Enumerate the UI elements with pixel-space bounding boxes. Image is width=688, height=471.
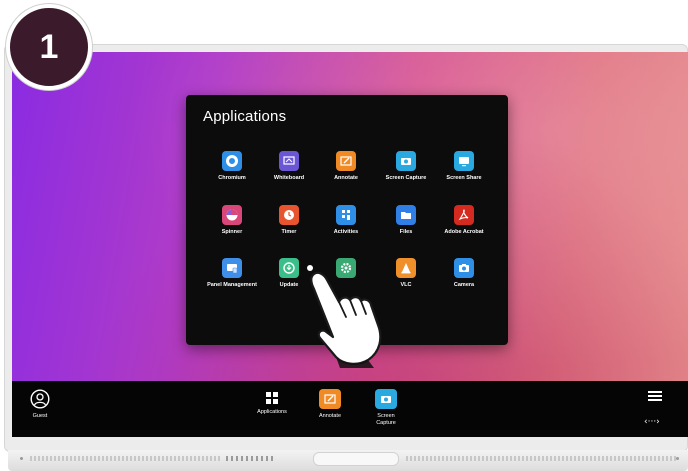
app-label: Panel Management [207,282,257,288]
annotate-icon [319,389,341,409]
app-label: Files [399,229,413,235]
taskbar-applications-button[interactable]: Applications [250,391,294,416]
app-label: Annotate [334,175,358,181]
app-panel-management[interactable]: Panel Management [202,258,262,289]
app-label: Activities [333,229,359,235]
taskbar-item-label: Screen Capture [376,413,396,426]
activities-icon [336,205,356,225]
taskbar-item-label: Applications [257,409,287,415]
app-label: Adobe Acrobat [444,229,484,235]
app-activities[interactable]: Activities [316,205,376,236]
app-label: Timer [281,229,297,235]
app-camera[interactable]: Camera [434,258,494,289]
screen-share-icon [454,151,474,171]
front-ports [226,456,276,461]
guest-profile-button[interactable]: Guest [28,389,52,420]
app-spinner[interactable]: Spinner [202,205,262,236]
app-label: Screen Share [446,175,482,181]
tutorial-screenshot: Applications Chromium Whiteboard Annotat… [0,0,688,471]
taskbar-screen-capture-button[interactable]: Screen Capture [368,389,404,427]
speaker-grille-right [406,456,676,461]
front-control-strip[interactable] [313,452,399,466]
app-screen-capture[interactable]: Screen Capture [376,151,436,182]
hamburger-menu-icon[interactable] [648,391,662,401]
app-label: Whiteboard [273,175,305,181]
update-icon [279,258,299,278]
app-chromium[interactable]: Chromium [202,151,262,182]
whiteboard-icon [279,151,299,171]
screen-capture-icon [396,151,416,171]
panel-nav-arrows[interactable]: ‹···› [644,417,660,427]
display-chassis [8,450,688,471]
screen-capture-icon [375,389,397,409]
annotate-icon [336,151,356,171]
chassis-screw [676,457,679,460]
adobe-acrobat-icon [454,205,474,225]
files-icon [396,205,416,225]
app-label: Camera [453,282,475,288]
app-whiteboard[interactable]: Whiteboard [259,151,319,182]
app-label: Screen Capture [385,175,427,181]
app-label: Chromium [218,175,246,181]
app-screen-share[interactable]: Screen Share [434,151,494,182]
app-files[interactable]: Files [376,205,436,236]
applications-grid-icon [250,391,294,405]
app-label: Spinner [221,229,243,235]
app-timer[interactable]: Timer [259,205,319,236]
speaker-grille-left [30,456,220,461]
taskbar: Guest Applications Annotate Screen Captu… [12,381,688,437]
timer-icon [279,205,299,225]
app-adobe-acrobat[interactable]: Adobe Acrobat [434,205,494,236]
taskbar-item-label: Annotate [318,413,342,419]
chromium-icon [222,151,242,171]
user-avatar-icon [28,389,52,409]
taskbar-annotate-button[interactable]: Annotate [312,389,348,420]
pointing-hand-icon [307,265,382,368]
step-number-badge: 1 [6,4,92,90]
panel-management-icon [222,258,242,278]
spinner-icon [222,205,242,225]
chassis-screw [20,457,23,460]
applications-panel-title: Applications [203,108,287,125]
step-number: 1 [39,27,59,66]
guest-label: Guest [32,413,48,419]
app-annotate[interactable]: Annotate [316,151,376,182]
camera-icon [454,258,474,278]
